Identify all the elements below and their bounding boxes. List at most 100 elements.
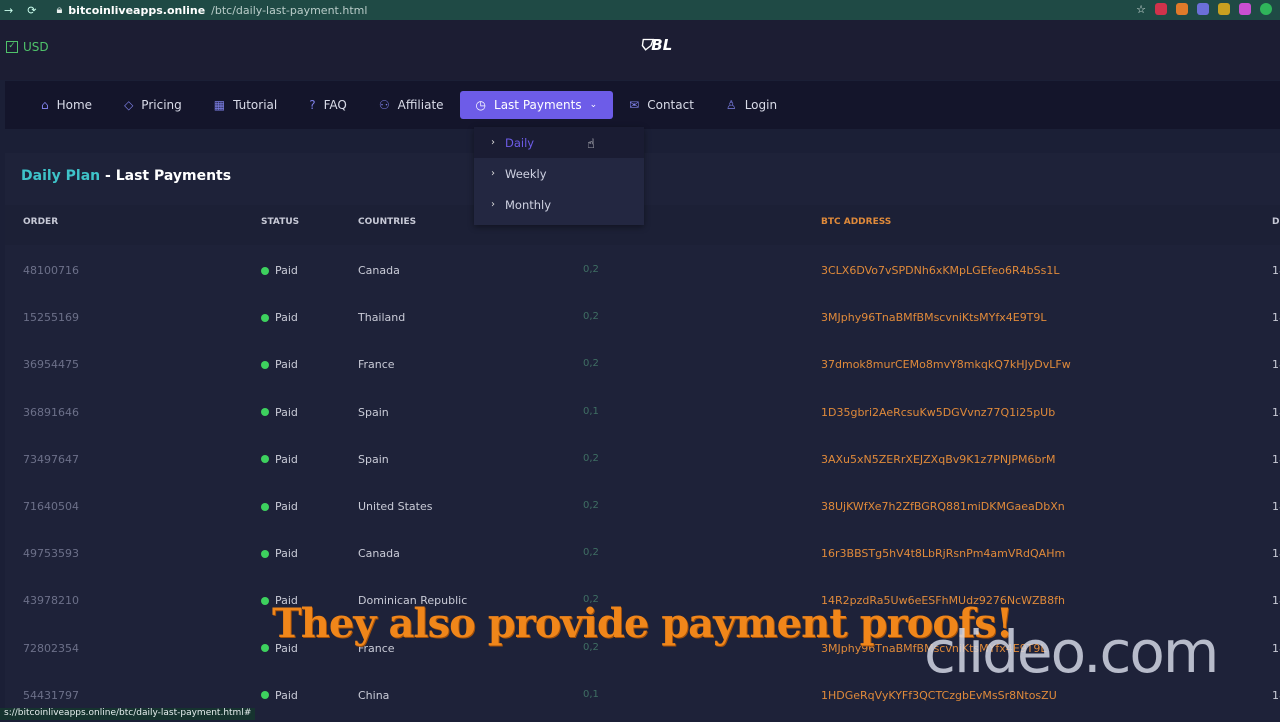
order-id: 15255169 — [23, 311, 79, 325]
extension-icon[interactable] — [1197, 3, 1209, 15]
table-row: 36891646 Paid Spain 0,1 1D35gbri2AeRcsuKw5DG… — [5, 392, 1280, 439]
nav-icon: ♙ — [725, 98, 737, 112]
btc-address: 3CLX6DVo7vSPDNh6xKMpLGEfeo6R4bSs1L — [821, 264, 1060, 277]
nav-item-affiliate[interactable]: ⚇ Affiliate — [363, 91, 460, 119]
extension-icon[interactable] — [1239, 3, 1251, 15]
status-badge: Paid — [261, 689, 298, 702]
status-badge: Paid — [261, 547, 298, 560]
status-dot-icon — [261, 313, 269, 322]
table-row: 49753593 Paid Canada 0,2 16r3BBSTg5hV4t8LbRj… — [5, 533, 1280, 580]
nav-label: Tutorial — [233, 98, 278, 112]
country: United States — [358, 500, 433, 513]
status-badge: Paid — [261, 311, 298, 324]
status-badge: Paid — [261, 264, 298, 277]
btc-address: 3AXu5xN5ZERrXEJZXqBv9K1z7PNJPM6brM — [821, 452, 1056, 466]
logo[interactable]: ⛉BL — [640, 36, 672, 54]
amount: 0,2 — [583, 358, 599, 370]
extension-icon[interactable] — [1260, 3, 1272, 15]
nav-item-faq[interactable]: ? FAQ — [293, 91, 363, 119]
status-dot-icon — [261, 644, 269, 653]
dropdown-item-weekly[interactable]: › Weekly — [474, 158, 644, 189]
address-bar[interactable]: 🔒︎ bitcoinliveapps.online/btc/daily-last-… — [56, 3, 367, 17]
extension-icon[interactable] — [1176, 3, 1188, 15]
chevron-right-icon: › — [491, 199, 495, 210]
order-id: 72802354 — [23, 641, 79, 655]
country: France — [358, 358, 395, 372]
last-payments-dropdown: › Daily › Weekly › Monthly — [474, 127, 644, 225]
column-header: STATUS — [261, 217, 300, 227]
country: Spain — [358, 405, 389, 419]
status-dot-icon — [261, 691, 269, 700]
amount: 0,2 — [583, 500, 599, 511]
amount: 0,1 — [583, 405, 599, 417]
nav-item-contact[interactable]: ✉ Contact — [613, 91, 710, 119]
dropdown-item-daily[interactable]: › Daily — [474, 127, 644, 158]
date: 18 — [1272, 594, 1280, 608]
cursor-icon: ☝ — [587, 137, 595, 152]
column-header: COUNTRIES — [358, 217, 417, 227]
table-row: 48100716 Paid Canada 0,2 3CLX6DVo7vSPDNh6xKM… — [5, 250, 1280, 297]
nav-label: Home — [56, 98, 93, 112]
country: Thailand — [358, 311, 406, 325]
amount: 0,2 — [583, 311, 599, 323]
nav-item-pricing[interactable]: ◇ Pricing — [108, 91, 198, 119]
star-icon[interactable]: ☆ — [1136, 3, 1146, 16]
btc-address: 38UjKWfXe7h2ZfBGRQ881miDKMGaeaDbXn — [821, 500, 1065, 513]
btc-address: 1HDGeRqVyKYFf3QCTCzgbEvMsSr8NtosZU — [821, 688, 1057, 702]
date: 18 — [1272, 264, 1280, 277]
btc-address: 3MJphy96TnaBMfBMscvniKtsMYfx4E9T9L — [821, 311, 1047, 325]
status-dot-icon — [261, 266, 269, 275]
currency-toggle[interactable]: ✓ USD — [6, 40, 49, 54]
nav-item-tutorial[interactable]: ▦ Tutorial — [198, 91, 293, 119]
status-dot-icon — [261, 455, 269, 464]
status-bar-url: s://bitcoinliveapps.online/btc/daily-las… — [0, 708, 256, 720]
date: 18 — [1272, 311, 1280, 325]
nav-item-last-payments[interactable]: ◷ Last Payments ⌄ — [459, 91, 614, 119]
order-id: 49753593 — [23, 547, 79, 561]
nav-item-home[interactable]: ⌂ Home — [25, 91, 108, 119]
extension-icon[interactable] — [1155, 3, 1167, 15]
nav-icon: ⌂ — [41, 98, 49, 112]
nav-icon: ◷ — [475, 98, 487, 112]
extensions: ☆ — [1136, 3, 1272, 16]
chevron-right-icon: › — [491, 137, 495, 148]
nav-icon: ◇ — [124, 98, 134, 112]
nav-label: Last Payments — [494, 98, 582, 112]
order-id: 73497647 — [23, 452, 79, 466]
amount: 0,2 — [583, 264, 599, 275]
nav-icon: ▦ — [213, 98, 226, 112]
date: 18 — [1272, 452, 1280, 466]
date: 18 — [1272, 500, 1280, 513]
column-header: D — [1272, 217, 1280, 227]
status-badge: Paid — [261, 358, 298, 371]
table-row: 36954475 Paid France 0,2 37dmok8murCEMo8mvY8… — [5, 344, 1280, 391]
country: Canada — [358, 547, 400, 561]
status-dot-icon — [261, 596, 269, 605]
video-caption: They also provide payment proofs! — [272, 600, 1013, 647]
chevron-down-icon: ⌄ — [589, 100, 598, 110]
nav-label: FAQ — [323, 98, 347, 112]
dropdown-item-monthly[interactable]: › Monthly — [474, 189, 644, 220]
nav-icon: ⚇ — [378, 98, 390, 112]
nav-item-login[interactable]: ♙ Login — [710, 91, 793, 119]
status-badge: Paid — [261, 453, 298, 466]
date: 18 — [1272, 547, 1280, 561]
forward-icon[interactable]: → — [4, 4, 13, 17]
reload-icon[interactable]: ⟳ — [27, 4, 36, 17]
order-id: 48100716 — [23, 264, 79, 277]
nav-label: Pricing — [141, 98, 182, 112]
watermark: clideo.com — [924, 618, 1219, 686]
amount: 0,1 — [583, 688, 599, 700]
lock-icon: 🔒︎ — [56, 3, 63, 16]
nav-label: Affiliate — [397, 98, 444, 112]
date: 18 — [1272, 405, 1280, 419]
country: Canada — [358, 264, 400, 277]
date: 18 — [1272, 688, 1280, 702]
order-id: 71640504 — [23, 500, 79, 513]
btc-address: 16r3BBSTg5hV4t8LbRjRsnPm4amVRdQAHm — [821, 547, 1066, 561]
extension-icon[interactable] — [1218, 3, 1230, 15]
btc-address: 37dmok8murCEMo8mvY8mkqkQ7kHJyDvLFw — [821, 358, 1071, 372]
column-header: ORDER — [23, 217, 59, 227]
nav-icon: ? — [309, 98, 316, 112]
date: 18 — [1272, 641, 1280, 655]
